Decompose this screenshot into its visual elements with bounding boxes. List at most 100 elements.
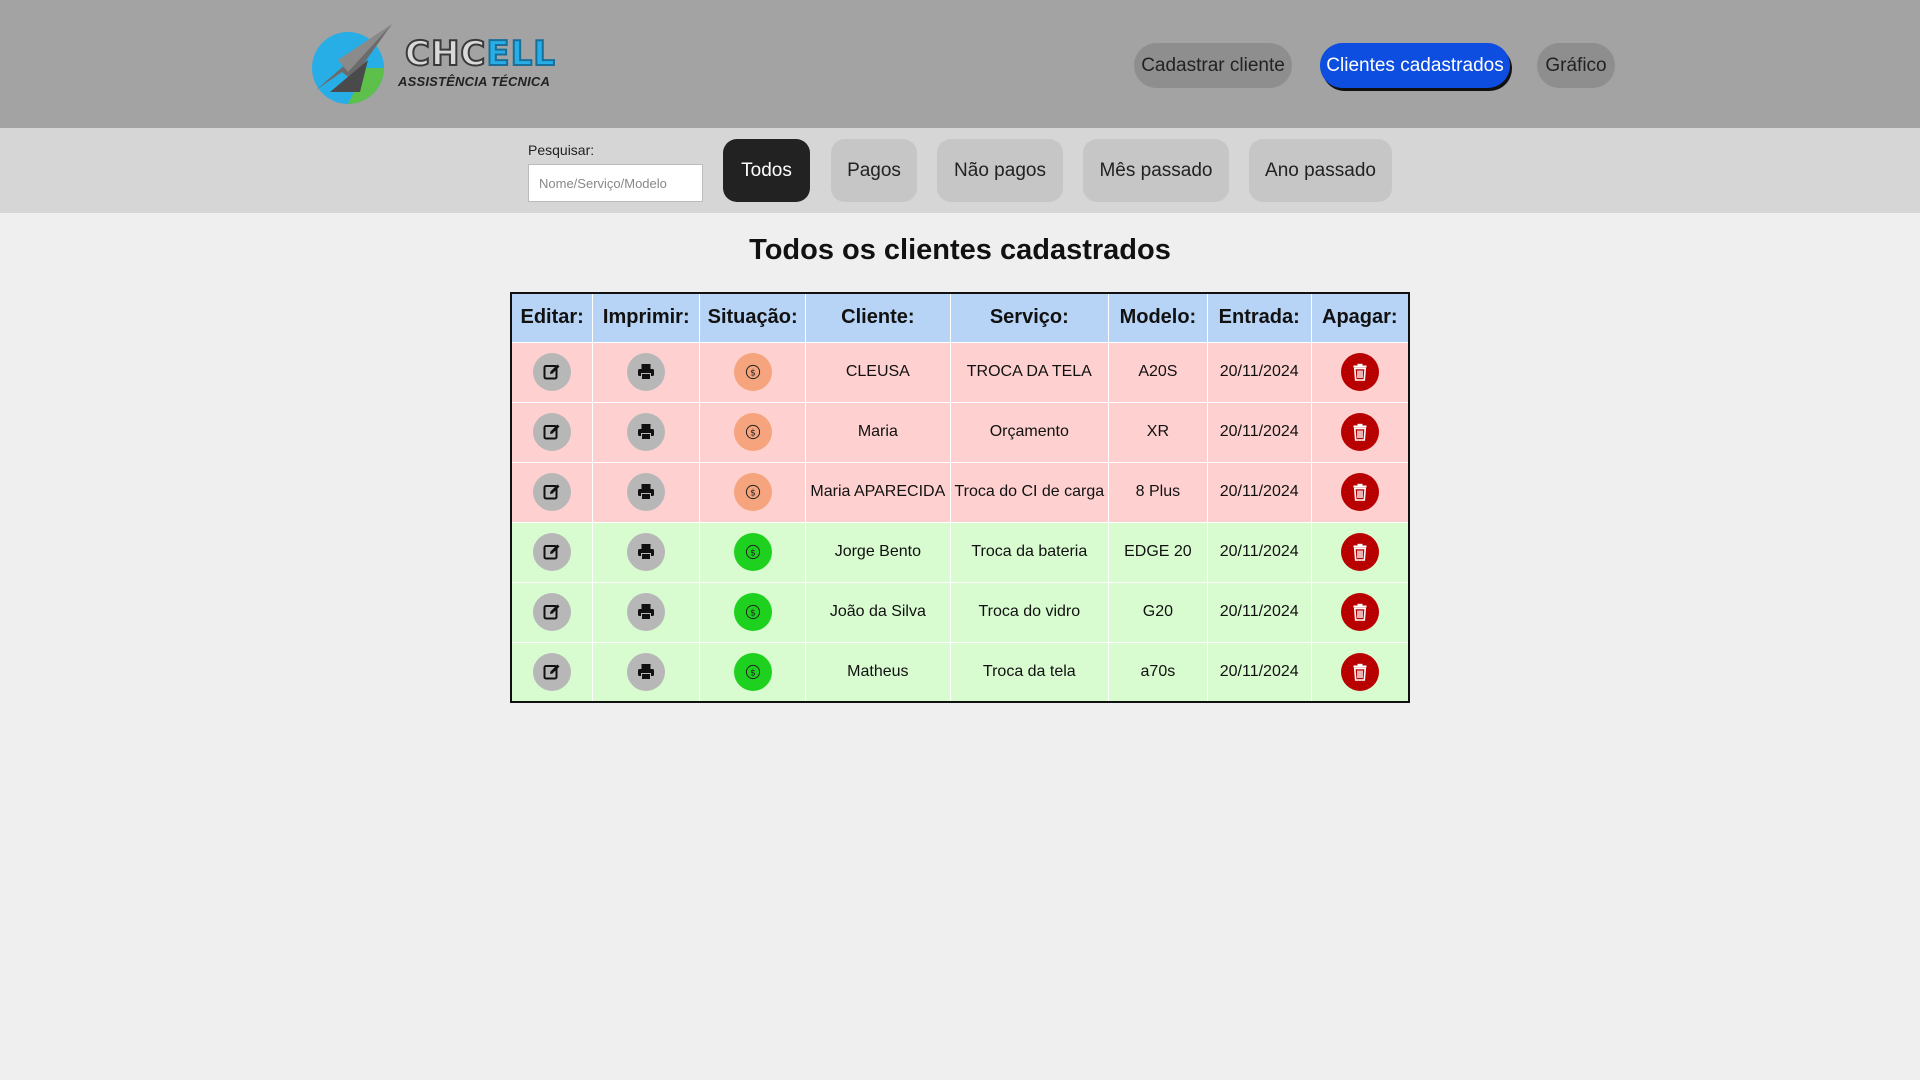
cell-edit (510, 461, 594, 523)
delete-button[interactable] (1340, 413, 1379, 451)
nav-cadastrar-cliente[interactable]: Cadastrar cliente (1134, 43, 1292, 88)
printer-icon (638, 364, 655, 380)
status-toggle[interactable]: $ (733, 593, 772, 631)
brand-subtitle: ASSISTÊNCIA TÉCNICA (398, 74, 551, 89)
print-button[interactable] (627, 533, 666, 571)
status-toggle[interactable]: $ (733, 533, 772, 571)
cell-delete (1310, 641, 1410, 703)
filter-pagos-button[interactable]: Pagos (831, 139, 917, 202)
cell-cliente: Jorge Bento (805, 521, 951, 583)
svg-text:$: $ (750, 608, 756, 618)
filter-todos-button[interactable]: Todos (723, 139, 810, 202)
cell-print (592, 341, 701, 403)
delete-button[interactable] (1340, 473, 1379, 511)
col-header-imprimir: Imprimir: (592, 292, 701, 343)
delete-button[interactable] (1340, 593, 1379, 631)
trash-icon (1353, 603, 1367, 621)
table-row: $ Matheus Troca da tela a70s 20/11/2024 (510, 641, 1410, 703)
brand-name: CHCELL (404, 33, 556, 75)
edit-icon (543, 424, 560, 440)
dollar-circle-icon: $ (745, 484, 760, 500)
col-header-situacao: Situação: (699, 292, 807, 343)
brand-logo[interactable]: CHCELL ASSISTÊNCIA TÉCNICA (308, 16, 556, 108)
cell-delete (1310, 341, 1410, 403)
status-toggle[interactable]: $ (733, 413, 772, 451)
cell-servico: Troca do vidro (949, 581, 1109, 643)
search-label: Pesquisar: (528, 142, 595, 158)
dollar-circle-icon: $ (745, 364, 760, 380)
status-toggle[interactable]: $ (733, 353, 772, 391)
col-header-modelo: Modelo: (1107, 292, 1208, 343)
page-title: Todos os clientes cadastrados (749, 234, 1171, 266)
printer-icon (638, 424, 655, 440)
cell-servico: TROCA DA TELA (949, 341, 1109, 403)
edit-icon (543, 484, 560, 500)
table-header-row: Editar: Imprimir: Situação: Cliente: Ser… (510, 292, 1410, 343)
nav-grafico[interactable]: Gráfico (1537, 43, 1615, 88)
dollar-circle-icon: $ (745, 544, 760, 560)
cell-entrada: 20/11/2024 (1206, 401, 1312, 463)
cell-cliente: Matheus (805, 641, 951, 703)
cell-entrada: 20/11/2024 (1206, 641, 1312, 703)
delete-button[interactable] (1340, 353, 1379, 391)
table-row: $ João da Silva Troca do vidro G20 20/11… (510, 581, 1410, 643)
logo-mark-icon (312, 24, 392, 104)
edit-button[interactable] (533, 652, 572, 691)
cell-print (592, 401, 701, 463)
edit-button[interactable] (533, 593, 572, 631)
cell-status: $ (699, 581, 807, 643)
cell-delete (1310, 581, 1410, 643)
edit-icon (543, 544, 560, 560)
filter-mes-passado-button[interactable]: Mês passado (1083, 139, 1229, 202)
trash-icon (1353, 543, 1367, 561)
cell-modelo: XR (1107, 401, 1208, 463)
delete-button[interactable] (1340, 533, 1379, 571)
table-row: $ CLEUSA TROCA DA TELA A20S 20/11/2024 (510, 341, 1410, 403)
print-button[interactable] (627, 593, 666, 631)
table-row: $ Jorge Bento Troca da bateria EDGE 20 2… (510, 521, 1410, 583)
print-button[interactable] (627, 413, 666, 451)
filter-bar: Pesquisar: Todos Pagos Não pagos Mês pas… (0, 128, 1920, 213)
cell-entrada: 20/11/2024 (1206, 521, 1312, 583)
edit-button[interactable] (533, 413, 572, 451)
cell-print (592, 581, 701, 643)
cell-print (592, 461, 701, 523)
col-header-cliente: Cliente: (805, 292, 951, 343)
edit-button[interactable] (533, 353, 572, 391)
print-button[interactable] (627, 652, 666, 691)
filter-nao-pagos-button[interactable]: Não pagos (937, 139, 1063, 202)
edit-button[interactable] (533, 473, 572, 511)
print-button[interactable] (627, 473, 666, 511)
dollar-circle-icon: $ (745, 664, 760, 679)
cell-modelo: a70s (1107, 641, 1208, 703)
table-row: $ Maria Orçamento XR 20/11/2024 (510, 401, 1410, 463)
cell-edit (510, 641, 594, 703)
trash-icon (1353, 483, 1367, 501)
delete-button[interactable] (1340, 652, 1379, 691)
trash-icon (1353, 363, 1367, 381)
cell-cliente: CLEUSA (805, 341, 951, 403)
edit-icon (543, 664, 560, 680)
cell-entrada: 20/11/2024 (1206, 461, 1312, 523)
cell-edit (510, 581, 594, 643)
edit-icon (543, 364, 560, 380)
clients-table: Editar: Imprimir: Situação: Cliente: Ser… (510, 292, 1410, 703)
status-toggle[interactable]: $ (733, 473, 772, 511)
dollar-circle-icon: $ (745, 424, 760, 440)
col-header-entrada: Entrada: (1206, 292, 1312, 343)
svg-text:$: $ (750, 368, 756, 378)
cell-status: $ (699, 341, 807, 403)
printer-icon (638, 663, 655, 680)
cell-print (592, 641, 701, 703)
cell-servico: Orçamento (949, 401, 1109, 463)
cell-print (592, 521, 701, 583)
edit-button[interactable] (533, 533, 572, 571)
brand-name-part2: ELL (485, 33, 556, 75)
trash-icon (1353, 423, 1367, 441)
search-input[interactable] (528, 164, 703, 202)
status-toggle[interactable]: $ (733, 652, 772, 691)
print-button[interactable] (627, 353, 666, 391)
filter-ano-passado-button[interactable]: Ano passado (1249, 139, 1392, 202)
nav-clientes-cadastrados[interactable]: Clientes cadastrados (1320, 43, 1510, 88)
cell-status: $ (699, 461, 807, 523)
